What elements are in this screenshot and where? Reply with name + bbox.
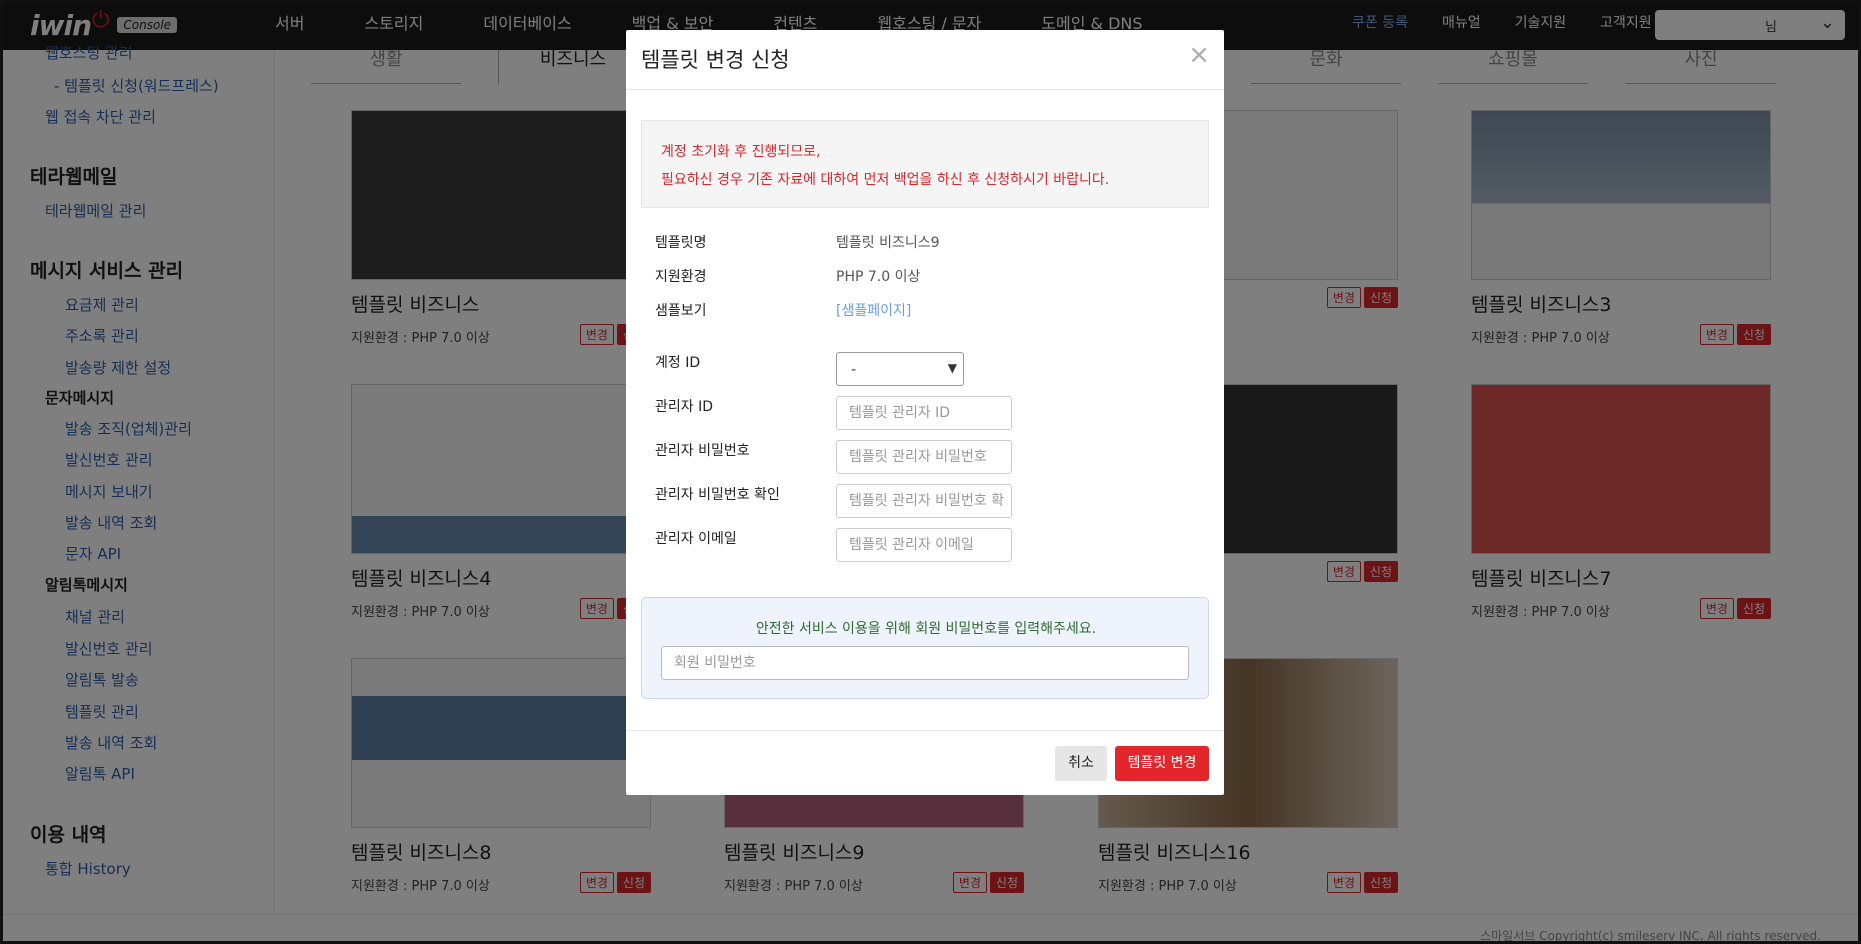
account-id-selected: - — [851, 362, 857, 378]
admin-pw-confirm-input[interactable]: 템플릿 관리자 비밀번호 확 — [836, 484, 1012, 518]
modal-header: 템플릿 변경 신청 × — [626, 30, 1224, 90]
env-value: PHP 7.0 이상 — [836, 269, 921, 285]
sample-page-link[interactable]: [샘플페이지] — [836, 300, 911, 320]
warning-box: 계정 초기화 후 진행되므로, 필요하신 경우 기존 자료에 대하여 먼저 백업… — [641, 120, 1209, 208]
template-change-modal: 템플릿 변경 신청 × 계정 초기화 후 진행되므로, 필요하신 경우 기존 자… — [626, 30, 1224, 795]
admin-pw-input[interactable]: 템플릿 관리자 비밀번호 — [836, 440, 1012, 474]
close-icon[interactable]: × — [1188, 42, 1210, 68]
template-change-button[interactable]: 템플릿 변경 — [1115, 746, 1209, 781]
template-name-value: 템플릿 비즈니스9 — [836, 235, 940, 251]
member-password-notice: 안전한 서비스 이용을 위해 회원 비밀번호를 입력해주세요. — [755, 621, 1097, 637]
member-password-input[interactable]: 회원 비밀번호 — [661, 646, 1189, 680]
modal-footer: 취소 템플릿 변경 — [626, 730, 1224, 795]
chevron-down-icon: ▼ — [947, 361, 957, 375]
admin-email-input[interactable]: 템플릿 관리자 이메일 — [836, 528, 1012, 562]
account-id-select[interactable]: - ▼ — [836, 352, 964, 386]
template-name-label: 템플릿명 — [655, 235, 707, 251]
admin-id-input[interactable]: 템플릿 관리자 ID — [836, 396, 1012, 430]
account-id-label: 계정 ID — [655, 355, 701, 371]
warning-line-2: 필요하신 경우 기존 자료에 대하여 먼저 백업을 하신 후 신청하시기 바랍니… — [661, 172, 1110, 188]
admin-id-label: 관리자 ID — [655, 399, 713, 415]
admin-pw-label: 관리자 비밀번호 — [655, 443, 750, 459]
admin-email-label: 관리자 이메일 — [655, 531, 737, 547]
cancel-button[interactable]: 취소 — [1055, 746, 1107, 781]
admin-pw-confirm-label: 관리자 비밀번호 확인 — [655, 487, 780, 503]
warning-line-1: 계정 초기화 후 진행되므로, — [661, 144, 821, 160]
env-label: 지원환경 — [655, 269, 707, 285]
sample-label: 샘플보기 — [655, 303, 707, 319]
member-password-box: 안전한 서비스 이용을 위해 회원 비밀번호를 입력해주세요. 회원 비밀번호 — [641, 597, 1209, 699]
modal-title: 템플릿 변경 신청 — [641, 48, 790, 72]
